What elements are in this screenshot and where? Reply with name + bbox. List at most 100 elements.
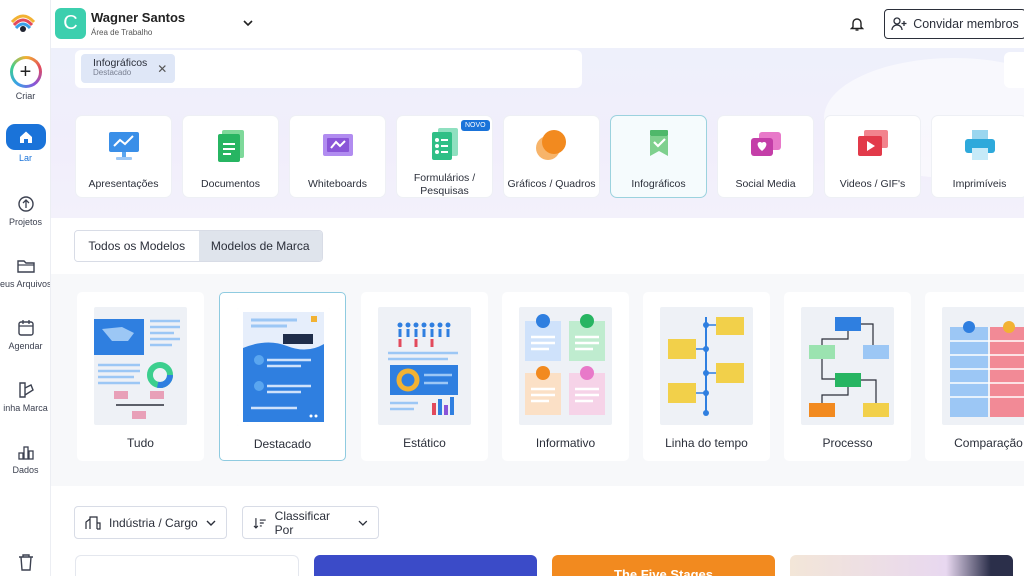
- workspace-subtitle: Área de Trabalho: [91, 28, 153, 37]
- category-forms[interactable]: NOVO Formulários / Pesquisas: [396, 115, 493, 198]
- type-thumbnail: [519, 307, 612, 425]
- new-badge: NOVO: [461, 120, 490, 131]
- category-label: Whiteboards: [308, 178, 367, 190]
- invite-members-label: Convidar membros: [913, 17, 1019, 31]
- sidebar-item-label: Agendar: [8, 341, 43, 351]
- add-user-icon: [891, 17, 907, 31]
- template-card[interactable]: [790, 555, 1013, 576]
- sidebar-item-home[interactable]: Lar: [0, 124, 50, 163]
- trash-icon: [18, 554, 33, 571]
- sort-dropdown-label: Classificar Por: [274, 508, 331, 537]
- type-label: Informativo: [535, 436, 596, 450]
- type-card-comparison[interactable]: Comparação: [925, 292, 1024, 461]
- category-label: Social Media: [735, 178, 796, 190]
- home-icon: [5, 124, 46, 150]
- category-label: Imprimíveis: [952, 178, 1007, 190]
- toggle-brand-templates[interactable]: Modelos de Marca: [198, 231, 322, 261]
- building-icon: [85, 515, 101, 530]
- type-card-process[interactable]: Processo: [784, 292, 911, 461]
- printer-icon: [964, 130, 995, 160]
- type-thumbnail: [801, 307, 894, 425]
- type-label: Destacado: [253, 437, 312, 451]
- presentation-icon: [108, 132, 139, 160]
- workspace-name[interactable]: Wagner Santos: [91, 10, 185, 25]
- plus-icon: +: [9, 56, 42, 88]
- type-card-static[interactable]: Estático: [361, 292, 488, 461]
- app-logo[interactable]: [10, 12, 36, 34]
- template-card[interactable]: [314, 555, 537, 576]
- template-card[interactable]: [75, 555, 299, 576]
- type-label: Linha do tempo: [665, 436, 748, 450]
- template-card[interactable]: The Five Stages: [552, 555, 775, 576]
- data-icon: [17, 446, 34, 460]
- sidebar-item-label: Projetos: [8, 217, 43, 227]
- type-thumbnail: [237, 308, 330, 426]
- template-source-toggle: Todos os Modelos Modelos de Marca: [74, 230, 323, 262]
- category-printables[interactable]: Imprimíveis: [931, 115, 1024, 198]
- category-videos[interactable]: Videos / GIF's: [824, 115, 921, 198]
- sort-dropdown[interactable]: Classificar Por: [242, 506, 379, 539]
- category-documents[interactable]: Documentos: [182, 115, 279, 198]
- sidebar-item-label: Dados: [12, 465, 39, 475]
- category-infographics[interactable]: Infográficos: [610, 115, 707, 198]
- type-thumbnail: [94, 307, 187, 425]
- type-label: Comparação: [954, 436, 1023, 450]
- type-label: Processo: [822, 436, 873, 450]
- sidebar-item-files[interactable]: eus Arquivos: [0, 256, 51, 289]
- category-label: Apresentações: [88, 178, 159, 190]
- type-label: Tudo: [127, 436, 154, 450]
- template-card-title: The Five Stages: [614, 567, 713, 576]
- industry-dropdown-label: Indústria / Cargo: [109, 515, 198, 530]
- close-icon[interactable]: ✕: [157, 62, 167, 76]
- sort-icon: [253, 517, 266, 529]
- type-thumbnail: [378, 307, 471, 425]
- folder-icon: [16, 260, 35, 273]
- type-thumbnail: [660, 307, 753, 425]
- charts-icon: [535, 130, 566, 160]
- sidebar-item-label: inha Marca: [3, 403, 48, 413]
- type-card-informative[interactable]: Informativo: [502, 292, 629, 461]
- projects-icon: [17, 196, 34, 212]
- toggle-all-templates[interactable]: Todos os Modelos: [75, 231, 199, 261]
- category-charts[interactable]: Gráficos / Quadros: [503, 115, 600, 198]
- social-media-icon: [750, 132, 781, 156]
- industry-dropdown[interactable]: Indústria / Cargo: [74, 506, 227, 539]
- category-label: Formulários / Pesquisas: [413, 172, 476, 197]
- filter-chip[interactable]: Infográficos Destacado ✕: [81, 54, 176, 83]
- sidebar-item-trash[interactable]: [0, 552, 50, 572]
- chevron-down-icon: [358, 520, 368, 526]
- type-label: Estático: [403, 436, 446, 450]
- sidebar-item-label: eus Arquivos: [0, 279, 51, 289]
- category-presentations[interactable]: Apresentações: [75, 115, 172, 198]
- bell-icon[interactable]: [850, 16, 864, 32]
- workspace-avatar[interactable]: C: [55, 8, 86, 39]
- sidebar-item-label: Criar: [15, 91, 36, 101]
- category-label: Videos / GIF's: [839, 178, 906, 190]
- category-whiteboards[interactable]: Whiteboards: [289, 115, 386, 198]
- chevron-down-icon[interactable]: [242, 17, 254, 29]
- sidebar-item-data[interactable]: Dados: [0, 442, 50, 475]
- calendar-icon: [17, 320, 34, 336]
- invite-members-button[interactable]: Convidar membros: [884, 9, 1024, 39]
- video-icon: [857, 130, 888, 156]
- sidebar-item-brand[interactable]: inha Marca: [0, 380, 50, 413]
- category-label: Documentos: [201, 178, 260, 190]
- category-social-media[interactable]: Social Media: [717, 115, 814, 198]
- type-card-timeline[interactable]: Linha do tempo: [643, 292, 770, 461]
- forms-icon: [431, 128, 458, 160]
- type-card-featured[interactable]: Destacado: [219, 292, 346, 461]
- sidebar-item-create[interactable]: + Criar: [0, 56, 50, 101]
- type-thumbnail: [942, 307, 1024, 425]
- filter-chip-subtitle: Destacado: [93, 68, 132, 77]
- category-label: Gráficos / Quadros: [507, 178, 596, 190]
- edge-panel: [1004, 52, 1024, 88]
- sidebar: + Criar Lar Projetos eus Arquivos Agenda…: [0, 0, 51, 576]
- sidebar-item-projects[interactable]: Projetos: [0, 194, 50, 227]
- category-label: Infográficos: [631, 178, 686, 190]
- type-card-all[interactable]: Tudo: [77, 292, 204, 461]
- sidebar-item-schedule[interactable]: Agendar: [0, 318, 50, 351]
- infographic-icon: [649, 130, 668, 156]
- top-header: C Wagner Santos Área de Trabalho Convida…: [51, 0, 1024, 48]
- sidebar-item-label: Lar: [18, 153, 32, 163]
- document-icon: [217, 130, 244, 162]
